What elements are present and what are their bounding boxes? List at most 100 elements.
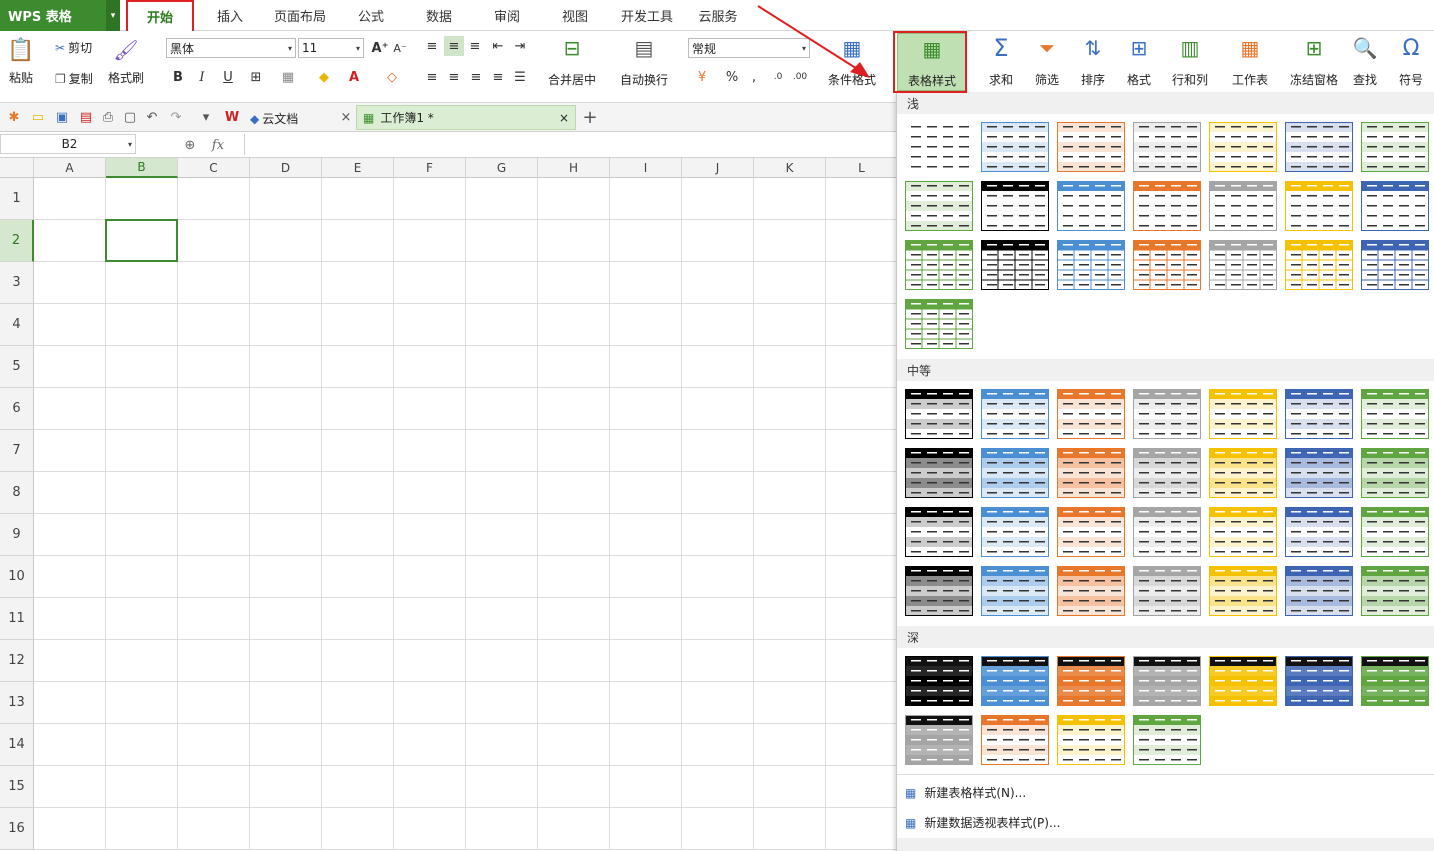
row-header[interactable]: 11 [0,598,34,640]
table-style-swatch[interactable] [905,240,973,290]
format-painter-button[interactable]: 🖌 格式刷 [108,37,144,86]
wps-icon[interactable]: W [222,107,242,127]
font-size-select[interactable]: 11 ▾ [298,38,364,58]
row-header[interactable]: 1 [0,178,34,220]
customize-dropdown-icon[interactable]: ▾ [196,107,216,127]
font-color-icon[interactable]: A [344,67,364,87]
table-style-swatch[interactable] [1285,656,1353,706]
tab-5[interactable]: 审阅 [478,0,536,31]
table-style-swatch[interactable] [1057,715,1125,765]
table-style-swatch[interactable] [905,299,973,349]
table-style-swatch[interactable] [981,181,1049,231]
select-all-corner[interactable] [0,158,34,178]
table-style-swatch[interactable] [1057,566,1125,616]
formula-input[interactable] [244,134,894,155]
table-style-swatch[interactable] [1133,448,1201,498]
redo-icon[interactable]: ↷ [166,107,186,127]
table-style-swatch[interactable] [1133,566,1201,616]
border-icon[interactable]: ⊞ [246,67,266,87]
bold-icon[interactable]: B [168,67,188,87]
table-style-swatch[interactable] [1361,181,1429,231]
indent-decrease-icon[interactable]: ⇤ [488,36,508,56]
table-style-swatch[interactable] [1285,389,1353,439]
row-header[interactable]: 15 [0,766,34,808]
symbol-button[interactable]: Ω 符号 [1398,35,1424,88]
table-style-swatch[interactable] [981,715,1049,765]
table-style-swatch[interactable] [981,122,1049,172]
tab-1[interactable]: 插入 [200,0,260,31]
table-style-swatch[interactable] [1057,122,1125,172]
column-header[interactable]: K [754,158,826,178]
format-button[interactable]: ⊞ 格式 [1126,35,1152,88]
table-style-swatch[interactable] [905,181,973,231]
undo-icon[interactable]: ↶ [142,107,162,127]
align-top-icon[interactable]: ≡ [422,36,442,56]
table-style-swatch[interactable] [1057,389,1125,439]
workbook-tab[interactable]: ▦ 工作簿1 * × [356,105,576,130]
cloud-docs-tab[interactable]: ◆ 云文档 [250,110,298,127]
table-style-swatch[interactable] [1285,122,1353,172]
copy-button[interactable]: ❐ 复制 [55,70,93,87]
table-style-swatch[interactable] [1361,389,1429,439]
tab-2[interactable]: 页面布局 [266,0,334,31]
wrap-text-button[interactable]: ▤ 自动换行 [620,35,668,88]
column-header[interactable]: C [178,158,250,178]
decrease-font-icon[interactable]: A⁻ [390,38,410,58]
chevron-down-icon[interactable]: ▾ [106,0,120,31]
cut-button[interactable]: ✂ 剪切 [55,39,92,56]
row-header[interactable]: 6 [0,388,34,430]
table-style-swatch[interactable] [1285,566,1353,616]
print-icon[interactable]: ⎙ [98,107,118,127]
row-header[interactable]: 9 [0,514,34,556]
table-style-swatch[interactable] [1285,507,1353,557]
table-style-swatch[interactable] [1285,240,1353,290]
column-header[interactable]: E [322,158,394,178]
tab-3[interactable]: 公式 [344,0,398,31]
tab-6[interactable]: 视图 [546,0,604,31]
table-style-swatch[interactable] [1133,507,1201,557]
column-header[interactable]: H [538,158,610,178]
fill-pattern-icon[interactable]: ▦ [278,67,298,87]
table-style-swatch[interactable] [1209,566,1277,616]
align-right-icon[interactable]: ≡ [466,67,486,87]
table-style-swatch[interactable] [1057,448,1125,498]
tab-8[interactable]: 云服务 [688,0,748,31]
table-style-swatch[interactable] [1361,122,1429,172]
table-style-swatch[interactable] [905,122,973,172]
name-box[interactable]: B2 ▾ [0,134,136,154]
row-header[interactable]: 16 [0,808,34,850]
table-style-swatch[interactable] [1133,240,1201,290]
column-header[interactable]: J [682,158,754,178]
table-style-swatch[interactable] [1133,656,1201,706]
column-header[interactable]: A [34,158,106,178]
sum-button[interactable]: Σ 求和 [988,34,1014,88]
row-col-button[interactable]: ▥ 行和列 [1172,35,1208,88]
font-name-select[interactable]: 黑体 ▾ [166,38,296,58]
merge-center-button[interactable]: ⊟ 合并居中 [548,35,596,88]
table-style-swatch[interactable] [905,656,973,706]
row-header[interactable]: 4 [0,304,34,346]
table-style-swatch[interactable] [1133,715,1201,765]
column-header[interactable]: I [610,158,682,178]
freeze-panes-button[interactable]: ⊞ 冻结窗格 [1290,35,1338,88]
percent-icon[interactable]: % [722,67,742,87]
close-icon[interactable]: × [336,107,356,127]
row-header[interactable]: 7 [0,430,34,472]
table-style-swatch[interactable] [1133,181,1201,231]
table-style-swatch[interactable] [1209,656,1277,706]
table-style-swatch[interactable] [981,566,1049,616]
table-style-swatch[interactable] [1361,448,1429,498]
row-header[interactable]: 13 [0,682,34,724]
row-header[interactable]: 14 [0,724,34,766]
find-button[interactable]: 🔍 查找 [1352,35,1378,88]
table-style-swatch[interactable] [905,389,973,439]
export-pdf-icon[interactable]: ▤ [76,107,96,127]
table-style-swatch[interactable] [1361,240,1429,290]
table-style-swatch[interactable] [1361,656,1429,706]
tab-4[interactable]: 数据 [408,0,470,31]
table-style-swatch[interactable] [1209,122,1277,172]
row-header[interactable]: 10 [0,556,34,598]
save-icon[interactable]: ▣ [52,107,72,127]
table-style-swatch[interactable] [1209,448,1277,498]
table-style-swatch[interactable] [1209,507,1277,557]
